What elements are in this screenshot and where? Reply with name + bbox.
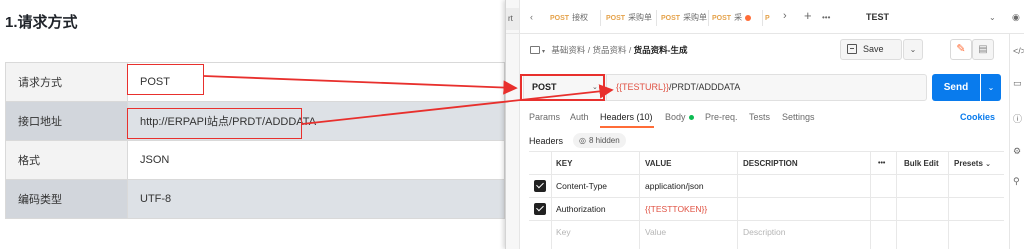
screenshot-stage: { "doc": { "title": "1.请求方式", "rows": [ … <box>0 0 1024 249</box>
arrow-url <box>301 84 614 125</box>
annotation-arrows <box>203 75 614 125</box>
arrow-method <box>203 75 518 95</box>
